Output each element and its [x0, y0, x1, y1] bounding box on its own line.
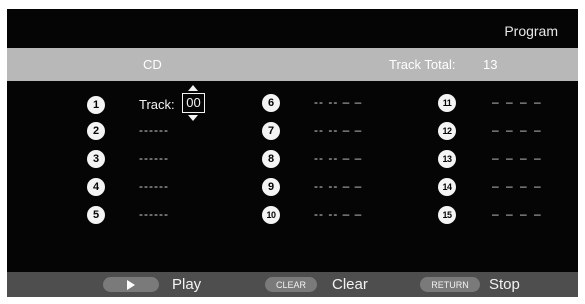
slot-value-10: -- -- – – — [314, 207, 363, 221]
slot-value-2: ------ — [139, 123, 169, 137]
track-total-label: Track Total: — [389, 57, 456, 72]
return-button[interactable]: RETURN — [420, 277, 480, 292]
slot-number-14: 14 — [438, 178, 456, 196]
slot-number-4: 4 — [87, 178, 105, 196]
slot-number-3: 3 — [87, 150, 105, 168]
slot-value-3: ------ — [139, 151, 169, 165]
slot-value-5: ------ — [139, 207, 169, 221]
slot-value-11: – – – – — [492, 95, 543, 109]
info-bar: CD Track Total: 13 — [7, 48, 578, 81]
slot-number-9: 9 — [262, 178, 280, 196]
play-button[interactable] — [103, 277, 159, 292]
play-icon — [127, 279, 135, 290]
clear-label: Clear — [332, 276, 368, 293]
arrow-down-icon[interactable] — [188, 115, 198, 121]
slot-number-11: 11 — [438, 94, 456, 112]
slot-number-12: 12 — [438, 122, 456, 140]
slot-value-14: – – – – — [492, 179, 543, 193]
footer-bar: Play CLEAR Clear RETURN Stop — [7, 272, 578, 297]
slot-value-8: -- -- – – — [314, 151, 363, 165]
slot-number-6: 6 — [262, 94, 280, 112]
clear-button[interactable]: CLEAR — [265, 277, 317, 292]
slot-number-13: 13 — [438, 150, 456, 168]
program-screen: Program CD Track Total: 13 1 Track: 00 2… — [7, 9, 578, 297]
screen-title: Program — [504, 23, 558, 39]
slot-value-7: -- -- – – — [314, 123, 363, 137]
arrow-up-icon[interactable] — [188, 85, 198, 91]
slot-value-15: – – – – — [492, 207, 543, 221]
slot-value-12: – – – – — [492, 123, 543, 137]
slot-number-1: 1 — [87, 96, 105, 114]
slot-number-8: 8 — [262, 150, 280, 168]
slot-value-6: -- -- – – — [314, 95, 363, 109]
slot-number-15: 15 — [438, 206, 456, 224]
track-number-input[interactable]: 00 — [182, 93, 205, 113]
slot-number-10: 10 — [262, 206, 280, 224]
track-edit-label: Track: — [139, 97, 175, 112]
slot-number-2: 2 — [87, 122, 105, 140]
slot-number-7: 7 — [262, 122, 280, 140]
slot-value-4: ------ — [139, 179, 169, 193]
play-label: Play — [172, 276, 202, 293]
slot-number-5: 5 — [87, 206, 105, 224]
slot-value-9: -- -- – – — [314, 179, 363, 193]
slot-value-13: – – – – — [492, 151, 543, 165]
source-label: CD — [143, 57, 162, 72]
stop-label: Stop — [489, 276, 520, 293]
track-total-value: 13 — [483, 57, 498, 72]
track-edit-field[interactable]: Track: 00 — [139, 85, 219, 121]
